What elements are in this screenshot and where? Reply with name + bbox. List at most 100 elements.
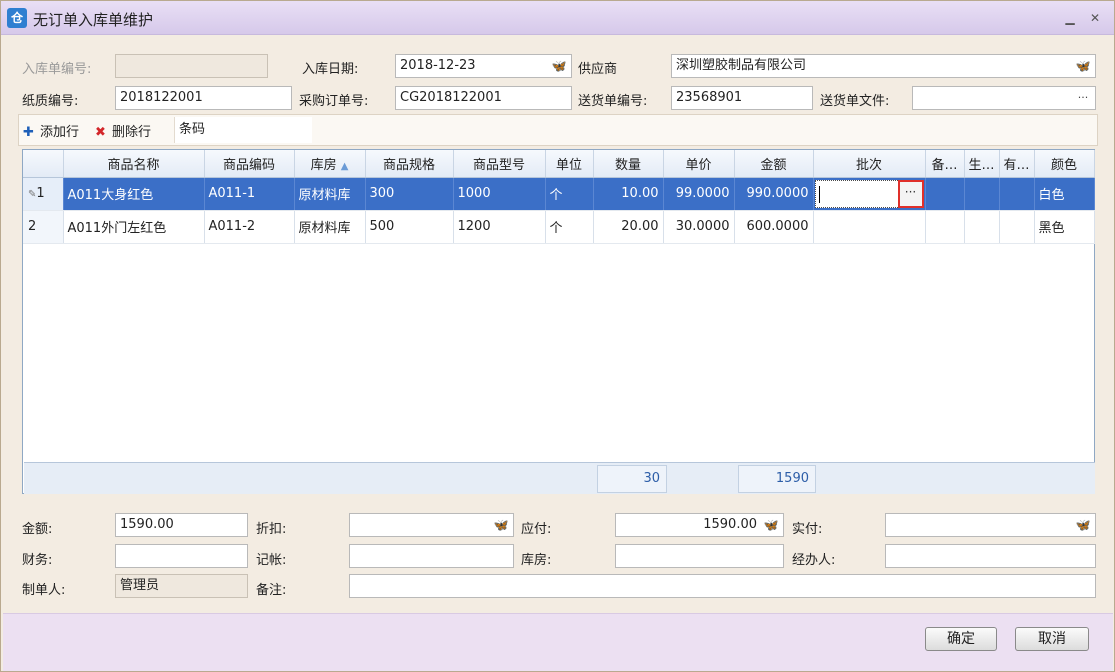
cell-code[interactable]: A011-2 bbox=[204, 210, 295, 244]
cell-model[interactable]: 1000 bbox=[453, 177, 546, 211]
cell-model[interactable]: 1200 bbox=[453, 210, 546, 244]
close-icon[interactable]: ✕ bbox=[1088, 12, 1102, 24]
table-row[interactable]: 2 A011外门左红色 A011-2 原材料库 500 1200 个 20.00… bbox=[23, 210, 1095, 244]
actual-field[interactable]: 🦋 bbox=[885, 513, 1096, 537]
cell-qty[interactable]: 10.00 bbox=[593, 177, 664, 211]
inbound-dialog: 仓 无订单入库单维护 ▁ ✕ 入库单编号: 入库日期: 2018-12-23 🦋… bbox=[0, 0, 1115, 672]
butterfly-picker-icon[interactable]: 🦋 bbox=[493, 518, 509, 532]
dialog-footer: 确定 取消 bbox=[3, 613, 1113, 671]
col-header-batch[interactable]: 批次 bbox=[813, 150, 926, 178]
remark-label: 备注: bbox=[256, 583, 287, 598]
inbound-date-value: 2018-12-23 bbox=[400, 58, 476, 73]
po-no-field[interactable]: CG2018122001 bbox=[395, 86, 572, 110]
cell-production[interactable] bbox=[964, 177, 1000, 211]
browse-ellipsis-icon[interactable]: ··· bbox=[1075, 89, 1091, 107]
cancel-button[interactable]: 取消 bbox=[1015, 627, 1089, 651]
discount-label: 折扣: bbox=[256, 522, 287, 537]
delete-row-label: 删除行 bbox=[112, 125, 152, 140]
col-header-model[interactable]: 商品型号 bbox=[453, 150, 546, 178]
minimize-icon[interactable]: ▁ bbox=[1063, 12, 1077, 24]
inbound-date-field[interactable]: 2018-12-23 🦋 bbox=[395, 54, 572, 78]
cell-batch[interactable]: ··· bbox=[813, 177, 926, 211]
cell-note[interactable] bbox=[925, 177, 965, 211]
cell-price[interactable]: 30.0000 bbox=[663, 210, 735, 244]
cell-color[interactable]: 黑色 bbox=[1034, 210, 1095, 244]
row-number: ✎1 bbox=[23, 177, 64, 211]
cell-validity[interactable] bbox=[999, 210, 1035, 244]
col-header-name[interactable]: 商品名称 bbox=[63, 150, 205, 178]
row-number-label: 1 bbox=[36, 186, 45, 201]
warehouse-label: 库房: bbox=[521, 553, 552, 568]
cell-amount[interactable]: 600.0000 bbox=[734, 210, 814, 244]
cell-unit[interactable]: 个 bbox=[545, 210, 594, 244]
cell-spec[interactable]: 500 bbox=[365, 210, 454, 244]
handler-field[interactable] bbox=[885, 544, 1096, 568]
cell-validity[interactable] bbox=[999, 177, 1035, 211]
cell-note[interactable] bbox=[925, 210, 965, 244]
row-number: 2 bbox=[23, 210, 64, 244]
ok-button[interactable]: 确定 bbox=[925, 627, 997, 651]
table-row[interactable]: ✎1 A011大身红色 A011-1 原材料库 300 1000 个 10.00… bbox=[23, 177, 1095, 211]
row-header-corner bbox=[23, 150, 64, 178]
warehouse-app-icon: 仓 bbox=[7, 8, 27, 28]
cell-price[interactable]: 99.0000 bbox=[663, 177, 735, 211]
col-header-warehouse[interactable]: 库房 ▲ bbox=[294, 150, 366, 178]
creator-label: 制单人: bbox=[22, 583, 66, 598]
col-header-spec[interactable]: 商品规格 bbox=[365, 150, 454, 178]
col-header-note[interactable]: 备… bbox=[925, 150, 965, 178]
amount-label: 金额: bbox=[22, 522, 53, 537]
cell-spec[interactable]: 300 bbox=[365, 177, 454, 211]
butterfly-picker-icon[interactable]: 🦋 bbox=[551, 59, 567, 73]
finance-field[interactable] bbox=[115, 544, 248, 568]
cell-warehouse[interactable]: 原材料库 bbox=[294, 210, 366, 244]
handler-label: 经办人: bbox=[792, 553, 836, 568]
bookkeep-field[interactable] bbox=[349, 544, 514, 568]
add-row-button[interactable]: ✚ 添加行 bbox=[23, 121, 79, 140]
supplier-label: 供应商 bbox=[578, 62, 618, 77]
paper-no-field[interactable]: 2018122001 bbox=[115, 86, 292, 110]
amount-field[interactable]: 1590.00 bbox=[115, 513, 248, 537]
paper-no-label: 纸质编号: bbox=[22, 94, 79, 109]
cell-warehouse[interactable]: 原材料库 bbox=[294, 177, 366, 211]
cell-production[interactable] bbox=[964, 210, 1000, 244]
cell-batch[interactable] bbox=[813, 210, 926, 244]
inbound-date-label: 入库日期: bbox=[302, 62, 359, 77]
cell-name[interactable]: A011大身红色 bbox=[63, 177, 205, 211]
cell-qty[interactable]: 20.00 bbox=[593, 210, 664, 244]
col-header-unit[interactable]: 单位 bbox=[545, 150, 594, 178]
col-header-qty[interactable]: 数量 bbox=[593, 150, 664, 178]
col-header-code[interactable]: 商品编码 bbox=[204, 150, 295, 178]
col-header-production[interactable]: 生… bbox=[964, 150, 1000, 178]
cell-unit[interactable]: 个 bbox=[545, 177, 594, 211]
barcode-field[interactable]: 条码 bbox=[174, 117, 312, 143]
col-header-validity[interactable]: 有… bbox=[999, 150, 1035, 178]
cell-amount[interactable]: 990.0000 bbox=[734, 177, 814, 211]
butterfly-picker-icon[interactable]: 🦋 bbox=[1075, 59, 1091, 73]
col-header-price[interactable]: 单价 bbox=[663, 150, 735, 178]
warehouse-field[interactable] bbox=[615, 544, 784, 568]
butterfly-picker-icon[interactable]: 🦋 bbox=[763, 518, 779, 532]
window-title: 无订单入库单维护 bbox=[33, 11, 154, 29]
delivery-no-field[interactable]: 23568901 bbox=[671, 86, 813, 110]
batch-editor[interactable]: ··· bbox=[814, 179, 924, 208]
cell-name[interactable]: A011外门左红色 bbox=[63, 210, 205, 244]
supplier-field[interactable]: 深圳塑胶制品有限公司 🦋 bbox=[671, 54, 1096, 78]
header-row: 商品名称 商品编码 库房 ▲ 商品规格 商品型号 单位 数量 单价 金额 批次 … bbox=[23, 150, 1095, 178]
total-qty: 30 bbox=[597, 465, 667, 493]
cell-code[interactable]: A011-1 bbox=[204, 177, 295, 211]
creator-field: 管理员 bbox=[115, 574, 248, 598]
butterfly-picker-icon[interactable]: 🦋 bbox=[1075, 518, 1091, 532]
col-header-amount[interactable]: 金额 bbox=[734, 150, 814, 178]
items-grid: 商品名称 商品编码 库房 ▲ 商品规格 商品型号 单位 数量 单价 金额 批次 … bbox=[22, 149, 1095, 494]
grid-toolbar: ✚ 添加行 ✖ 删除行 条码 bbox=[18, 114, 1098, 146]
batch-ellipsis-icon[interactable]: ··· bbox=[897, 179, 924, 208]
payable-value: 1590.00 bbox=[703, 517, 757, 532]
delete-row-button[interactable]: ✖ 删除行 bbox=[95, 121, 151, 140]
discount-field[interactable]: 🦋 bbox=[349, 513, 514, 537]
title-bar: 仓 无订单入库单维护 ▁ ✕ bbox=[1, 1, 1114, 35]
col-header-color[interactable]: 颜色 bbox=[1034, 150, 1095, 178]
payable-field[interactable]: 1590.00 🦋 bbox=[615, 513, 784, 537]
remark-field[interactable] bbox=[349, 574, 1096, 598]
delivery-file-field[interactable]: ··· bbox=[912, 86, 1096, 110]
cell-color[interactable]: 白色 bbox=[1034, 177, 1095, 211]
